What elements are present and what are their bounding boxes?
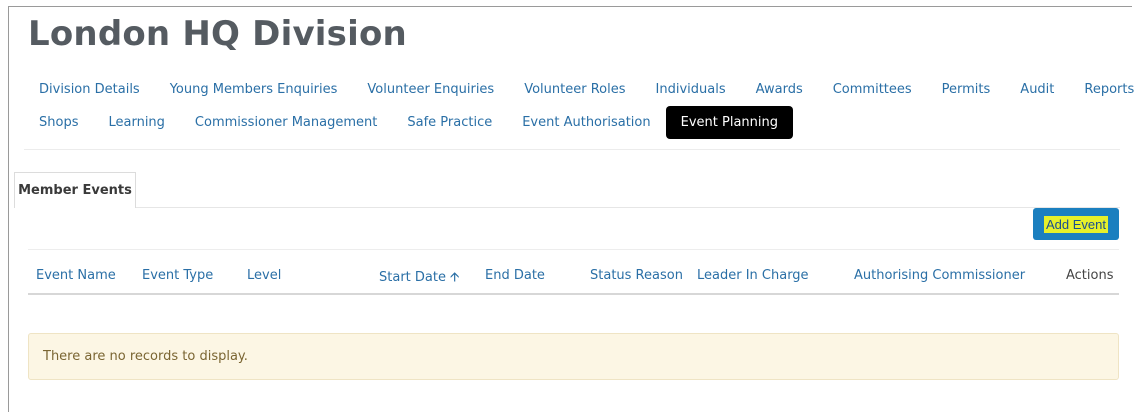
- nav-division-details[interactable]: Division Details: [24, 76, 155, 103]
- nav-shops[interactable]: Shops: [24, 109, 93, 136]
- table-header-divider: [28, 293, 1119, 295]
- column-header-leader-in-charge[interactable]: Leader In Charge: [697, 268, 809, 283]
- add-event-label: Add Event: [1044, 215, 1108, 233]
- empty-state-message: There are no records to display.: [28, 333, 1119, 380]
- nav-learning[interactable]: Learning: [93, 109, 179, 136]
- nav-safe-practice[interactable]: Safe Practice: [392, 109, 507, 136]
- column-header-end-date[interactable]: End Date: [485, 268, 545, 283]
- add-event-button[interactable]: Add Event: [1033, 208, 1119, 240]
- nav-awards[interactable]: Awards: [741, 76, 818, 103]
- nav-volunteer-roles[interactable]: Volunteer Roles: [509, 76, 640, 103]
- nav-committees[interactable]: Committees: [818, 76, 927, 103]
- page-title: London HQ Division: [28, 14, 407, 54]
- nav-row-1: Division Details Young Members Enquiries…: [24, 76, 1135, 103]
- nav-event-planning[interactable]: Event Planning: [665, 106, 793, 139]
- nav-divider: [24, 149, 1120, 150]
- column-header-level[interactable]: Level: [247, 268, 281, 283]
- column-header-start-date-label: Start Date: [379, 270, 446, 285]
- tab-member-events[interactable]: Member Events: [14, 172, 136, 208]
- nav-audit[interactable]: Audit: [1005, 76, 1069, 103]
- table-top-divider: [28, 249, 1119, 250]
- column-header-event-type[interactable]: Event Type: [142, 268, 213, 283]
- column-header-authorising-commissioner[interactable]: Authorising Commissioner: [854, 268, 1025, 283]
- tab-underline: [136, 207, 1120, 208]
- nav-permits[interactable]: Permits: [927, 76, 1006, 103]
- nav-event-authorisation[interactable]: Event Authorisation: [507, 109, 665, 136]
- column-header-actions: Actions: [1066, 268, 1114, 283]
- nav-individuals[interactable]: Individuals: [641, 76, 741, 103]
- nav-young-members-enquiries[interactable]: Young Members Enquiries: [155, 76, 353, 103]
- column-header-event-name[interactable]: Event Name: [36, 268, 116, 283]
- nav-row-2: Shops Learning Commissioner Management S…: [24, 106, 793, 139]
- column-header-status-reason[interactable]: Status Reason: [590, 268, 683, 283]
- column-header-start-date[interactable]: Start Date 🡩: [379, 268, 459, 290]
- nav-volunteer-enquiries[interactable]: Volunteer Enquiries: [352, 76, 509, 103]
- nav-commissioner-management[interactable]: Commissioner Management: [180, 109, 392, 136]
- sort-ascending-icon: 🡩: [449, 270, 460, 285]
- nav-reports[interactable]: Reports: [1069, 76, 1135, 103]
